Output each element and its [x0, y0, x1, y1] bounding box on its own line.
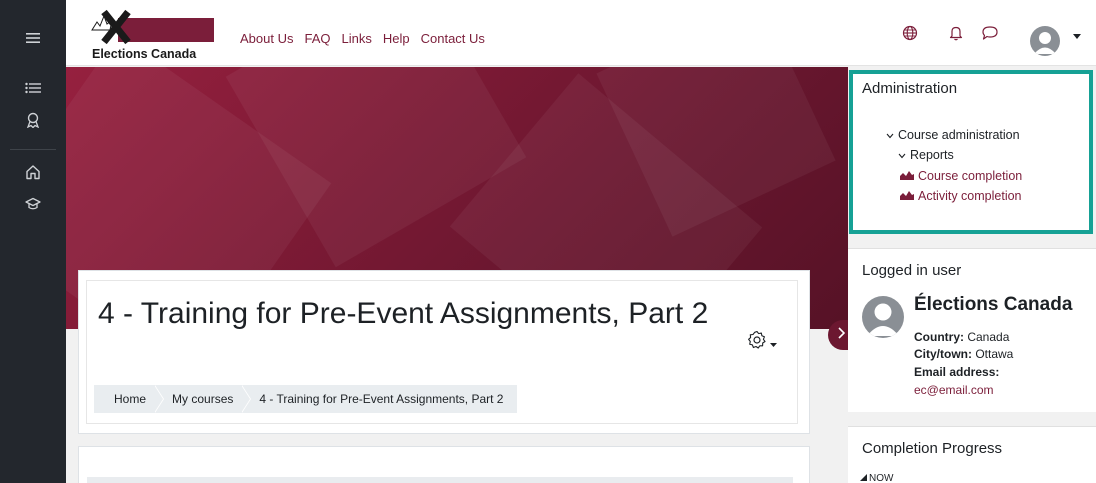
list-icon[interactable]: [0, 72, 66, 104]
course-completion-link[interactable]: Course completion: [900, 169, 1022, 183]
completion-progress-title: Completion Progress: [862, 440, 1003, 457]
logged-in-user-title: Logged in user: [862, 262, 962, 279]
area-chart-icon: [900, 189, 914, 203]
content-section-bar: [87, 477, 793, 483]
breadcrumb-home[interactable]: Home: [94, 385, 165, 413]
nav-link-contact-us[interactable]: Contact Us: [421, 31, 485, 46]
country-label: Country:: [914, 330, 964, 344]
chat-icon[interactable]: [979, 22, 1001, 44]
progress-now-marker: NOW: [860, 473, 893, 483]
logo-text: Elections Canada: [92, 47, 197, 61]
user-avatar-icon[interactable]: [1030, 26, 1060, 56]
left-rail: [0, 0, 66, 483]
avatar[interactable]: [862, 296, 904, 338]
user-email[interactable]: ec@email.com: [914, 383, 994, 397]
tree-reports[interactable]: Reports: [898, 148, 954, 162]
administration-title: Administration: [862, 80, 958, 97]
breadcrumb-my-courses[interactable]: My courses: [154, 385, 252, 413]
triangle-marker-icon: [860, 473, 867, 483]
top-nav-links: About Us FAQ Links Help Contact Us: [240, 31, 496, 46]
country-value: Canada: [967, 330, 1010, 344]
area-chart-icon: [900, 169, 914, 183]
activity-completion-link[interactable]: Activity completion: [900, 189, 1022, 203]
tree-course-administration[interactable]: Course administration: [886, 128, 1020, 142]
city-label: City/town:: [914, 347, 972, 361]
course-completion-label: Course completion: [918, 169, 1023, 183]
chevron-right-icon: [837, 326, 846, 344]
city-value: Ottawa: [975, 347, 1014, 361]
breadcrumb: Home My courses 4 - Training for Pre-Eve…: [94, 385, 518, 413]
course-settings-menu[interactable]: [747, 330, 777, 355]
user-city: City/town: Ottawa: [914, 347, 1013, 361]
nav-link-faq[interactable]: FAQ: [304, 31, 330, 46]
caret-down-icon[interactable]: [770, 334, 777, 352]
page-title: 4 - Training for Pre-Event Assignments, …: [98, 297, 709, 330]
rail-divider: [10, 149, 56, 150]
now-label: NOW: [869, 473, 894, 483]
email-label: Email address:: [914, 365, 1000, 379]
graduation-cap-icon[interactable]: [0, 188, 66, 220]
badge-icon[interactable]: [0, 104, 66, 136]
chevron-down-icon: [886, 128, 894, 142]
home-icon[interactable]: [0, 156, 66, 188]
chevron-down-icon: [898, 148, 906, 162]
elections-canada-logo[interactable]: Elections Canada: [88, 8, 218, 62]
gear-icon[interactable]: [747, 330, 767, 355]
user-fullname[interactable]: Élections Canada: [914, 294, 1072, 316]
caret-down-icon[interactable]: [1071, 30, 1083, 42]
reports-label: Reports: [910, 148, 954, 162]
nav-link-links[interactable]: Links: [342, 31, 372, 46]
breadcrumb-current-course[interactable]: 4 - Training for Pre-Event Assignments, …: [241, 385, 518, 413]
top-navbar: Elections Canada About Us FAQ Links Help…: [66, 0, 1096, 66]
user-country: Country: Canada: [914, 330, 1009, 344]
course-administration-label: Course administration: [898, 128, 1020, 142]
course-content-card: [78, 446, 810, 483]
bell-icon[interactable]: [945, 22, 967, 44]
menu-icon[interactable]: [0, 22, 66, 54]
nav-link-help[interactable]: Help: [383, 31, 410, 46]
user-email-label: Email address:: [914, 365, 999, 379]
activity-completion-label: Activity completion: [918, 189, 1022, 203]
globe-icon[interactable]: [899, 22, 921, 44]
nav-link-about-us[interactable]: About Us: [240, 31, 293, 46]
